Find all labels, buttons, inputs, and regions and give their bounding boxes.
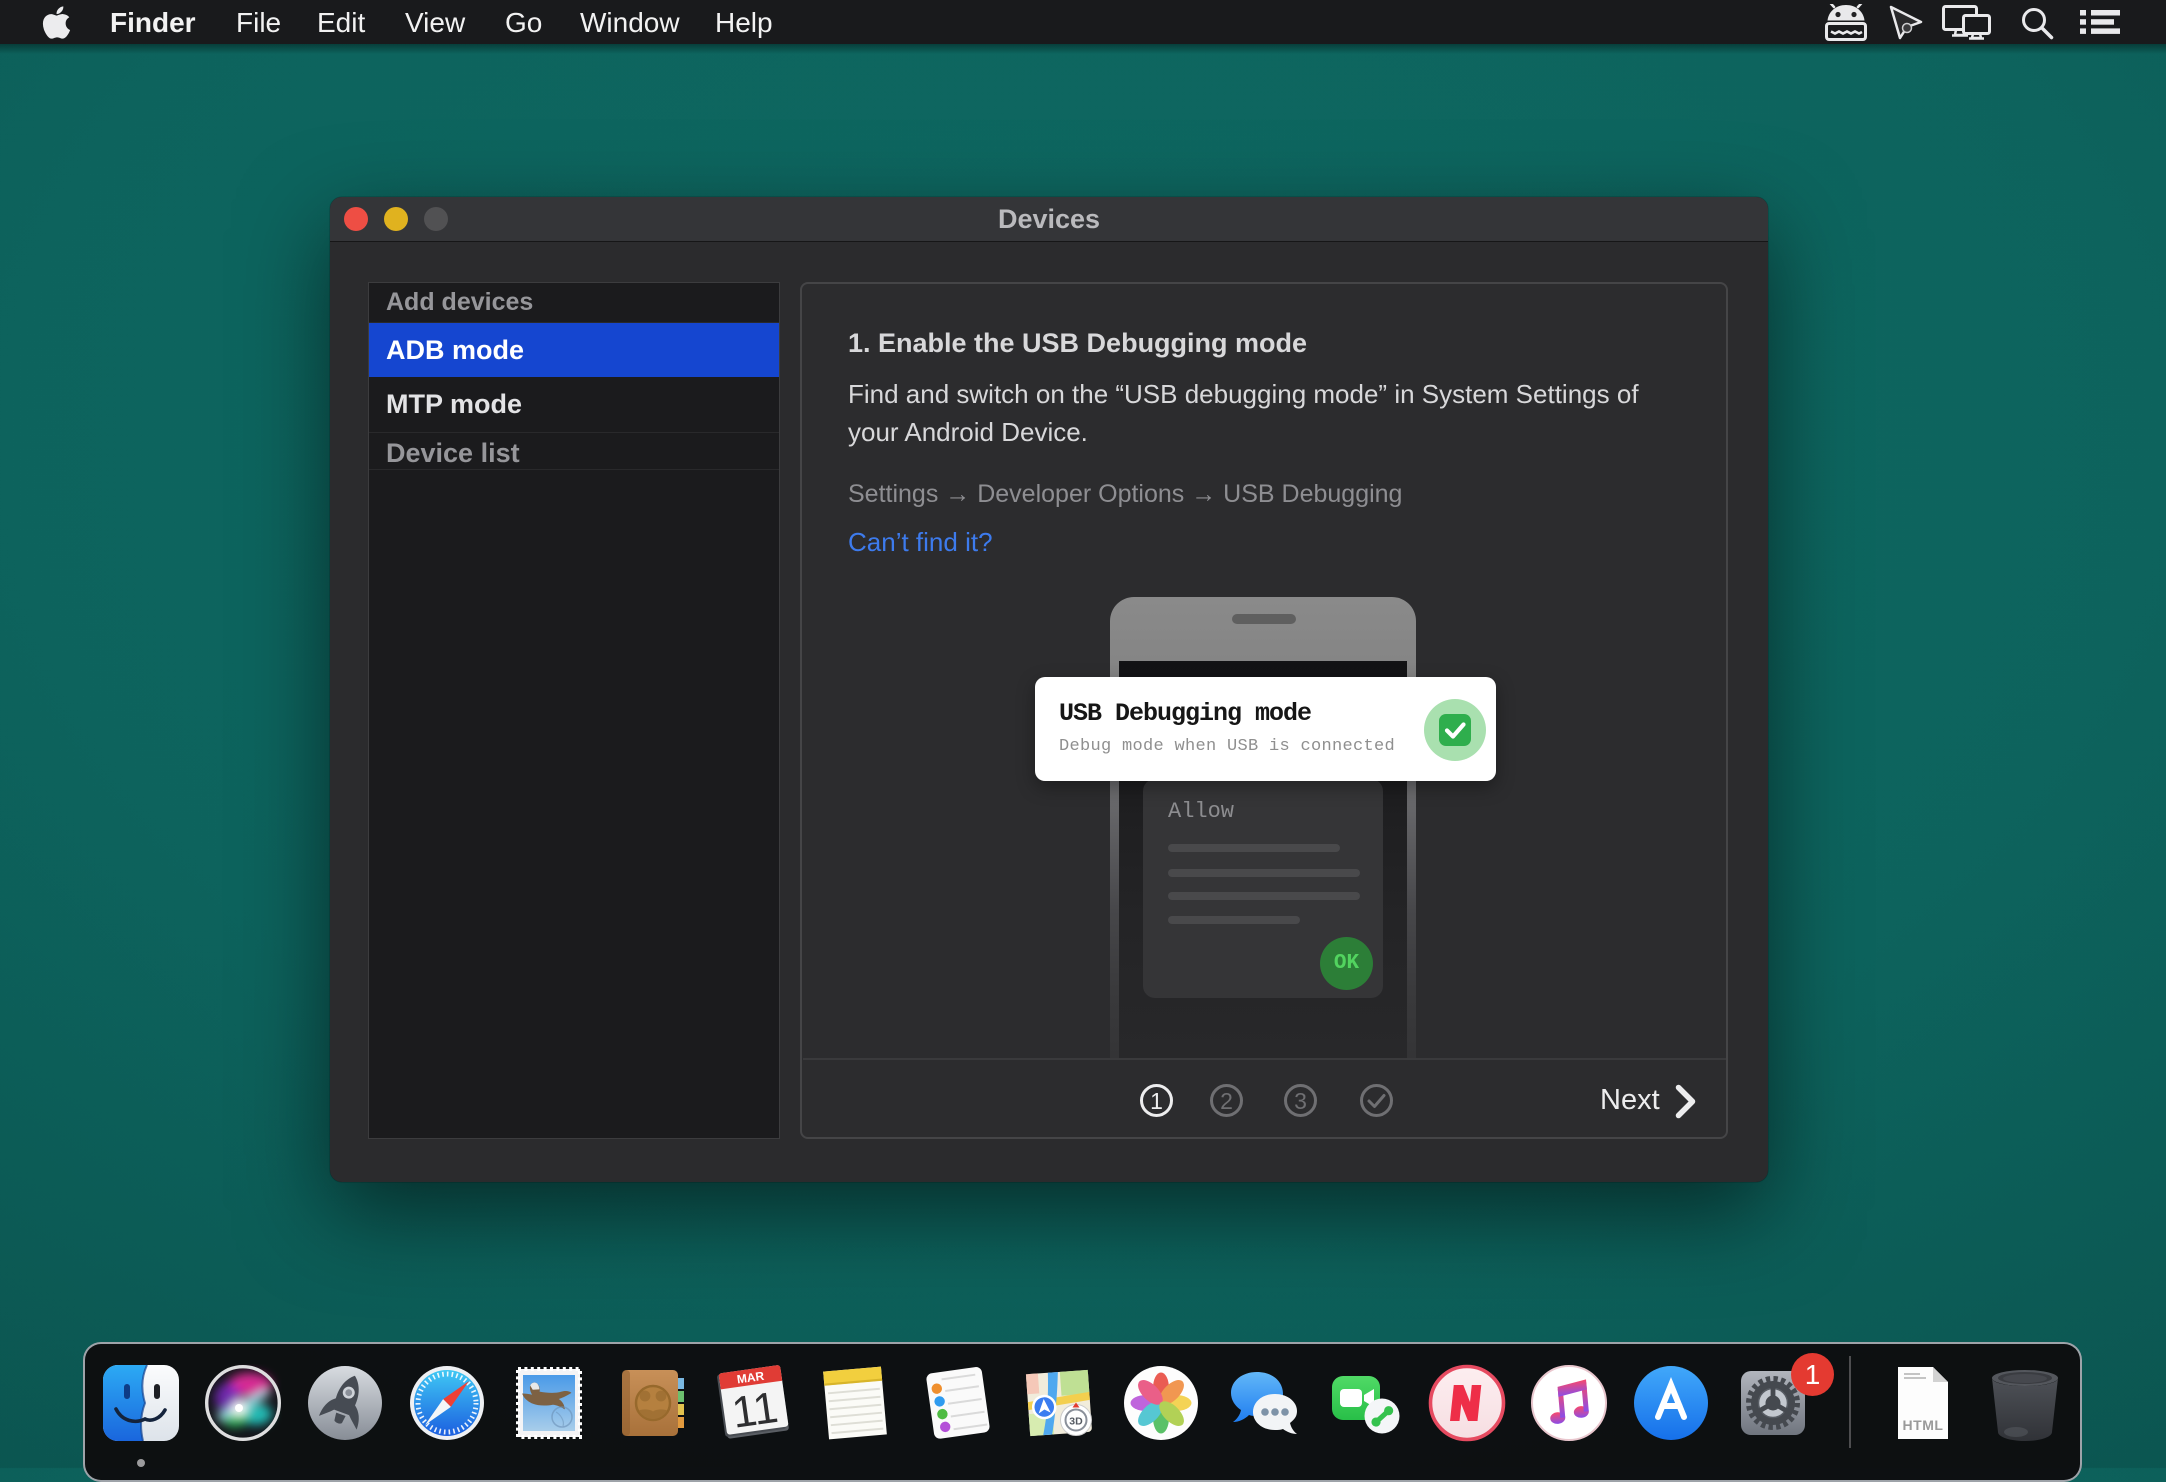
svg-text:11: 11 bbox=[729, 1383, 781, 1438]
svg-text:HTML: HTML bbox=[1903, 1417, 1944, 1433]
svg-text:3D: 3D bbox=[1069, 1416, 1083, 1428]
